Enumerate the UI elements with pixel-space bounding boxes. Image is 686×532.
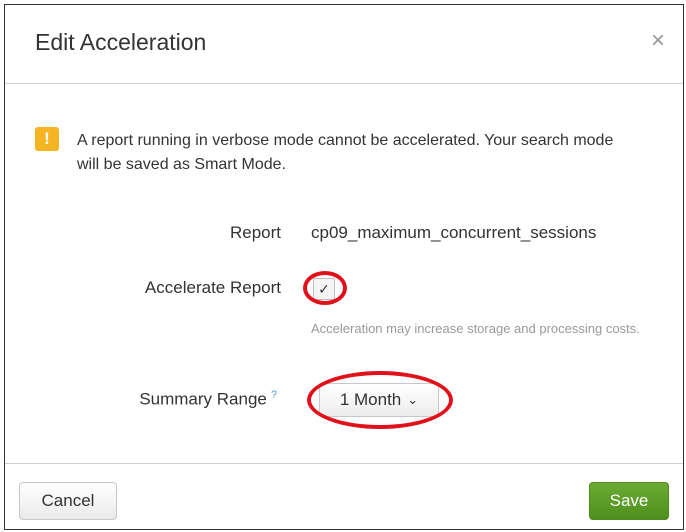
dialog-footer: Cancel Save <box>5 463 683 529</box>
accelerate-report-label: Accelerate Report <box>144 278 281 297</box>
warning-icon: ! <box>35 127 59 151</box>
dialog-title: Edit Acceleration <box>35 29 207 55</box>
save-button[interactable]: Save <box>589 482 669 520</box>
acceleration-help-text: Acceleration may increase storage and pr… <box>311 321 640 336</box>
highlight-circle-checkbox <box>303 271 347 305</box>
report-label: Report <box>229 223 281 242</box>
summary-range-label: Summary Range? <box>61 389 277 410</box>
dialog-header: Edit Acceleration × <box>5 5 683 84</box>
warning-text: A report running in verbose mode cannot … <box>77 132 614 173</box>
edit-acceleration-dialog: Edit Acceleration × ! A report running i… <box>4 4 684 530</box>
highlight-circle-dropdown <box>307 371 453 429</box>
summary-range-label-text: Summary Range <box>139 389 267 409</box>
help-icon[interactable]: ? <box>271 389 277 401</box>
report-name: cp09_maximum_concurrent_sessions <box>311 223 597 242</box>
close-icon[interactable]: × <box>651 29 665 53</box>
cancel-button[interactable]: Cancel <box>19 482 117 520</box>
